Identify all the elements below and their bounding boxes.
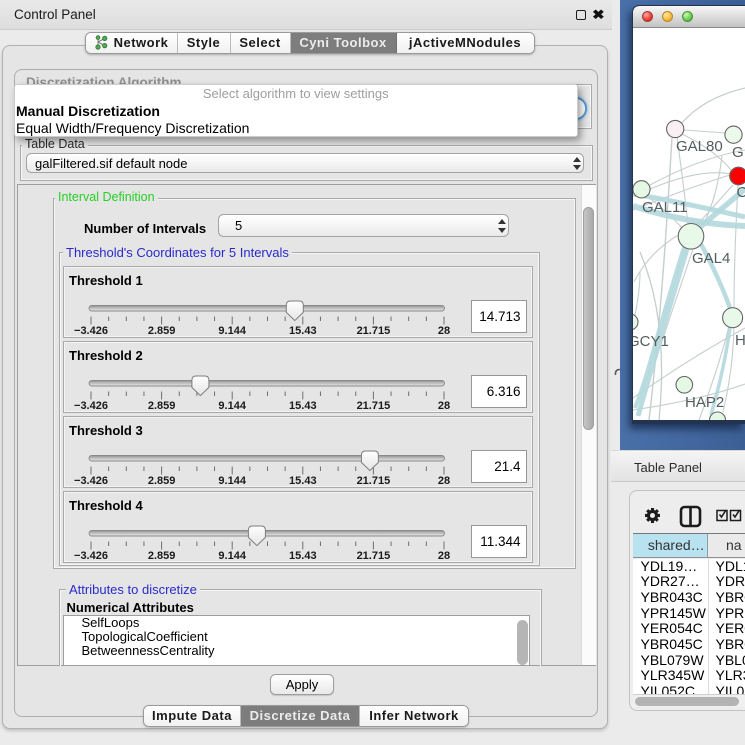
svg-text:GCY1: GCY1 [633, 333, 669, 350]
svg-text:HAP2: HAP2 [685, 394, 724, 411]
svg-text:GAL11: GAL11 [642, 199, 688, 216]
svg-text:G...: G... [732, 144, 745, 161]
svg-text:GAL80: GAL80 [676, 138, 723, 155]
svg-text:C...: C... [737, 184, 745, 201]
svg-text:H: H [735, 332, 745, 349]
svg-text:GAL4: GAL4 [692, 250, 730, 267]
